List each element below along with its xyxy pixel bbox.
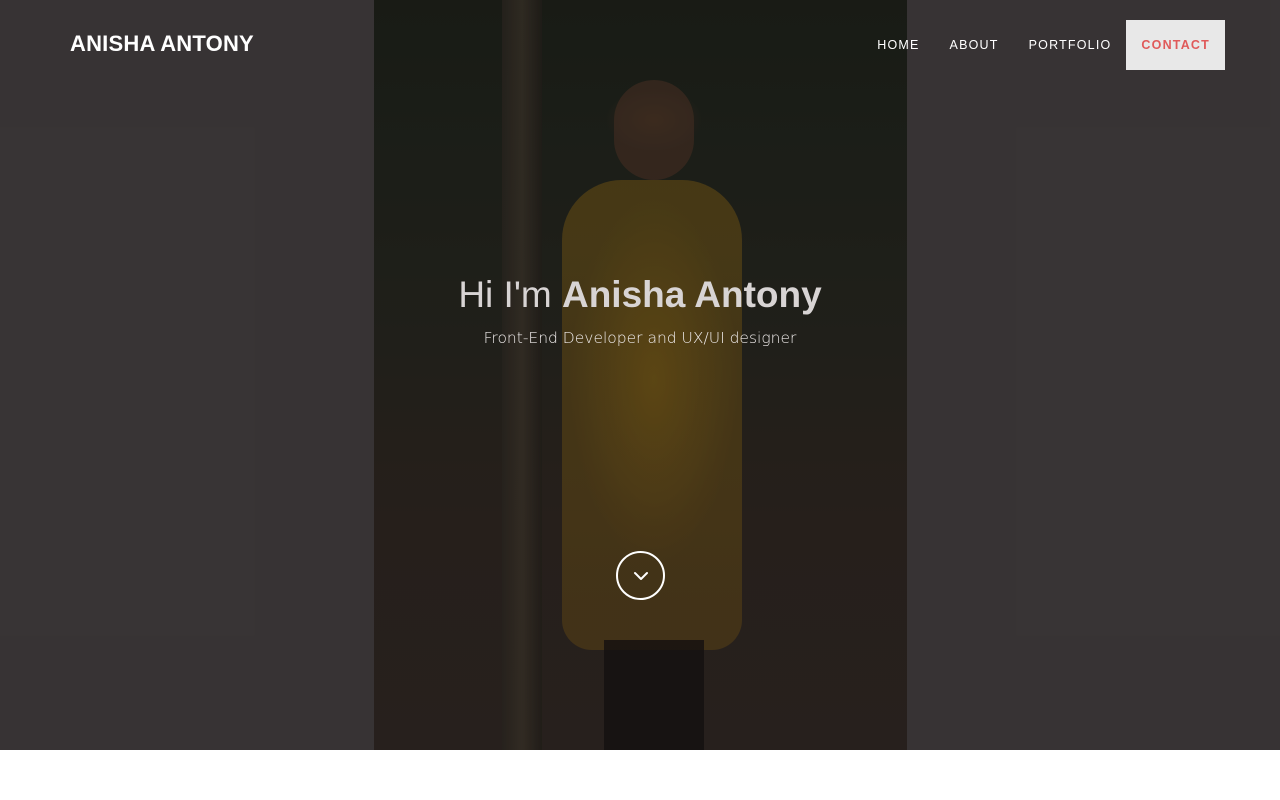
nav-home[interactable]: HOME: [862, 20, 934, 70]
main-nav: HOME ABOUT PORTFOLIO CONTACT: [862, 20, 1225, 70]
hero-section: ANISHA ANTONY HOME ABOUT PORTFOLIO CONTA…: [0, 0, 1280, 750]
nav-contact[interactable]: CONTACT: [1126, 20, 1225, 70]
scroll-down-button[interactable]: [616, 551, 665, 600]
nav-portfolio[interactable]: PORTFOLIO: [1014, 20, 1127, 70]
chevron-down-icon: [633, 571, 648, 580]
hero-headline: Hi I'm Anisha Antony: [0, 274, 1280, 316]
hero-name: Anisha Antony: [561, 274, 822, 315]
hero-greeting: Hi I'm: [458, 274, 552, 315]
hero-subtitle: Front-End Developer and UX/UI designer: [483, 329, 797, 347]
site-logo[interactable]: ANISHA ANTONY: [70, 31, 254, 57]
hero-overlay: [0, 0, 1280, 750]
nav-about[interactable]: ABOUT: [935, 20, 1014, 70]
